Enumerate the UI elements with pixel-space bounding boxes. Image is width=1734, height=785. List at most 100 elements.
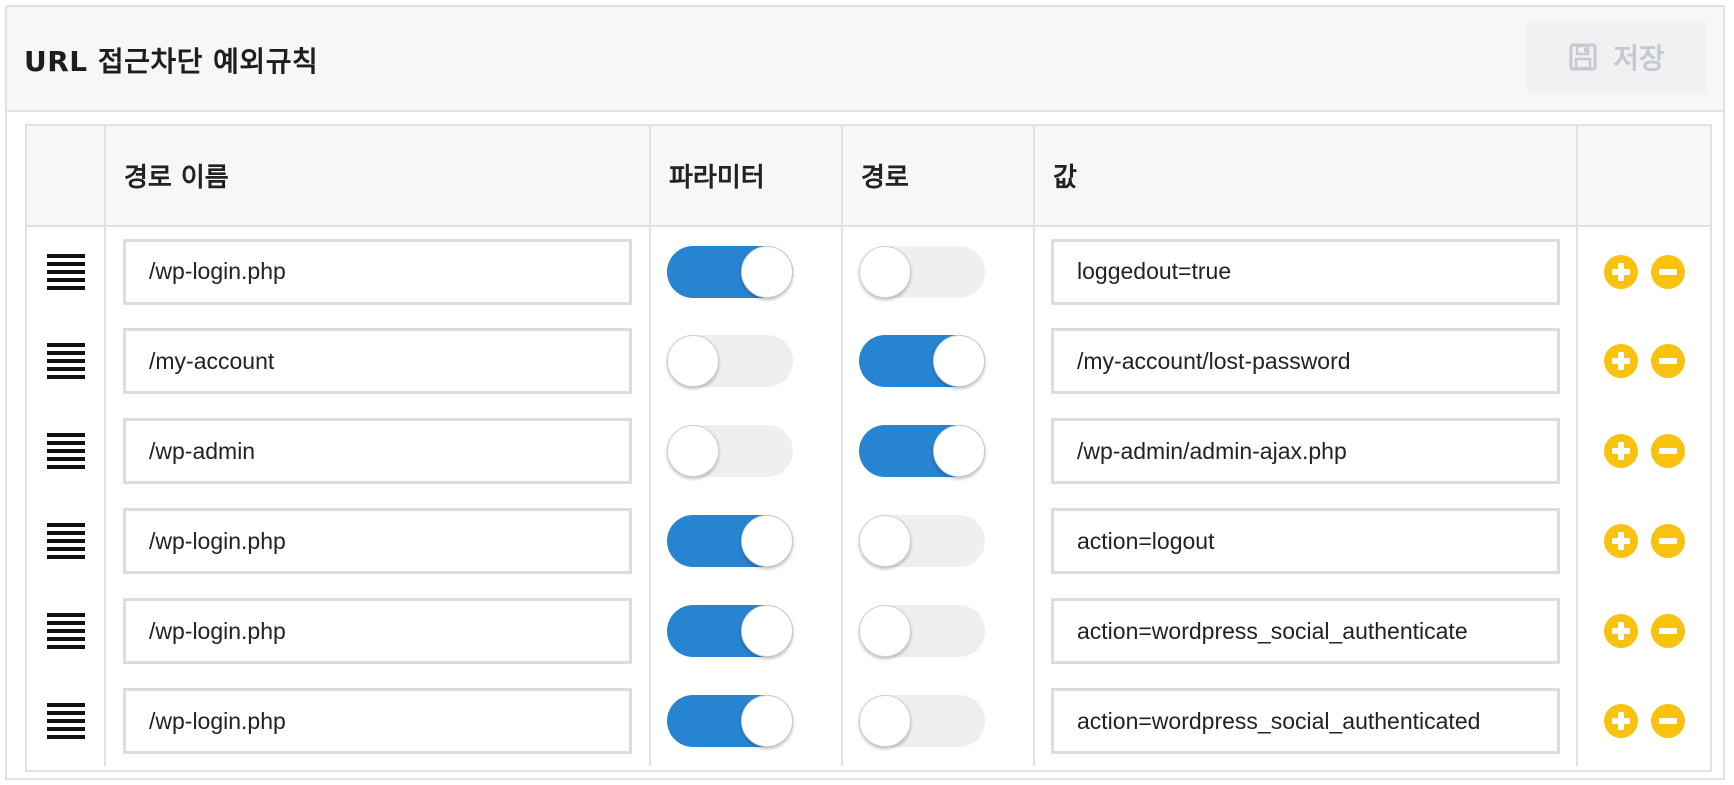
value-input[interactable] xyxy=(1051,598,1560,664)
value-cell xyxy=(1034,226,1578,316)
value-input[interactable] xyxy=(1051,508,1560,574)
row-actions xyxy=(1578,434,1710,468)
drag-handle-icon[interactable] xyxy=(46,433,85,469)
panel-title: URL 접근차단 예외규칙 xyxy=(24,45,319,78)
row-actions xyxy=(1578,254,1710,289)
minus-circle-icon[interactable] xyxy=(1651,614,1685,648)
actions-cell xyxy=(1577,406,1710,496)
path-cell xyxy=(842,496,1035,586)
handle-cell xyxy=(27,586,106,676)
header-path: 경로 xyxy=(842,126,1035,227)
path-name-cell xyxy=(105,406,651,496)
drag-handle-icon[interactable] xyxy=(46,703,85,739)
table-header-row: 경로 이름 파라미터 경로 값 xyxy=(27,126,1710,227)
path-cell xyxy=(842,676,1035,766)
table-row xyxy=(27,406,1710,496)
actions-cell xyxy=(1577,496,1710,586)
table-row xyxy=(27,316,1710,406)
panel-header: URL 접근차단 예외규칙 저장 xyxy=(7,7,1723,112)
value-input[interactable] xyxy=(1051,328,1560,394)
minus-circle-icon[interactable] xyxy=(1651,524,1685,558)
parameter-toggle[interactable] xyxy=(667,425,793,477)
path-name-cell xyxy=(105,316,651,406)
handle-cell xyxy=(27,406,106,496)
parameter-cell xyxy=(650,406,843,496)
toggle-knob xyxy=(741,515,793,567)
toggle-knob xyxy=(741,605,793,657)
toggle-knob xyxy=(859,245,911,298)
save-button[interactable]: 저장 xyxy=(1527,21,1707,93)
value-cell xyxy=(1034,406,1578,496)
parameter-cell xyxy=(650,676,843,766)
parameter-toggle[interactable] xyxy=(667,335,793,387)
value-input[interactable] xyxy=(1051,418,1560,484)
handle-cell xyxy=(27,316,106,406)
minus-circle-icon[interactable] xyxy=(1651,704,1685,738)
drag-handle-icon[interactable] xyxy=(46,523,85,559)
header-value: 값 xyxy=(1034,126,1578,227)
parameter-cell xyxy=(650,316,843,406)
toggle-knob xyxy=(933,335,985,387)
path-name-cell xyxy=(105,496,651,586)
parameter-cell xyxy=(650,586,843,676)
plus-circle-icon[interactable] xyxy=(1604,524,1638,558)
plus-circle-icon[interactable] xyxy=(1604,434,1638,468)
actions-cell xyxy=(1577,586,1710,676)
handle-cell xyxy=(27,226,106,316)
toggle-knob xyxy=(859,515,911,567)
row-actions xyxy=(1578,614,1710,648)
rules-table: 경로 이름 파라미터 경로 값 xyxy=(25,124,1712,772)
parameter-toggle[interactable] xyxy=(667,515,793,567)
drag-handle-icon[interactable] xyxy=(46,253,85,290)
value-cell xyxy=(1034,496,1578,586)
path-name-input[interactable] xyxy=(123,238,632,305)
value-cell xyxy=(1034,586,1578,676)
toggle-knob xyxy=(667,425,719,477)
minus-circle-icon[interactable] xyxy=(1651,434,1685,468)
value-input[interactable] xyxy=(1051,238,1560,305)
header-handle xyxy=(27,126,106,227)
table-row xyxy=(27,496,1710,586)
plus-circle-icon[interactable] xyxy=(1604,614,1638,648)
path-toggle[interactable] xyxy=(859,335,985,387)
path-toggle[interactable] xyxy=(859,515,985,567)
row-actions xyxy=(1578,344,1710,378)
minus-circle-icon[interactable] xyxy=(1651,254,1685,289)
path-cell xyxy=(842,586,1035,676)
value-cell xyxy=(1034,316,1578,406)
path-toggle[interactable] xyxy=(859,425,985,477)
path-name-input[interactable] xyxy=(123,598,632,664)
path-toggle[interactable] xyxy=(859,245,985,298)
toggle-knob xyxy=(859,695,911,747)
path-name-cell xyxy=(105,586,651,676)
parameter-toggle[interactable] xyxy=(667,605,793,657)
toggle-knob xyxy=(933,425,985,477)
header-parameter: 파라미터 xyxy=(650,126,843,227)
plus-circle-icon[interactable] xyxy=(1604,344,1638,378)
path-cell xyxy=(842,316,1035,406)
actions-cell xyxy=(1577,676,1710,766)
table-row xyxy=(27,586,1710,676)
toggle-knob xyxy=(741,695,793,747)
drag-handle-icon[interactable] xyxy=(46,613,85,649)
parameter-toggle[interactable] xyxy=(667,245,793,298)
actions-cell xyxy=(1577,316,1710,406)
path-name-input[interactable] xyxy=(123,418,632,484)
path-toggle[interactable] xyxy=(859,605,985,657)
path-name-input[interactable] xyxy=(123,508,632,574)
path-cell xyxy=(842,226,1035,316)
parameter-toggle[interactable] xyxy=(667,695,793,747)
value-input[interactable] xyxy=(1051,688,1560,754)
path-name-input[interactable] xyxy=(123,328,632,394)
drag-handle-icon[interactable] xyxy=(46,343,85,379)
plus-circle-icon[interactable] xyxy=(1604,704,1638,738)
row-actions xyxy=(1578,704,1710,738)
value-cell xyxy=(1034,676,1578,766)
path-toggle[interactable] xyxy=(859,695,985,747)
path-name-input[interactable] xyxy=(123,688,632,754)
save-button-label: 저장 xyxy=(1613,42,1665,75)
path-cell xyxy=(842,406,1035,496)
plus-circle-icon[interactable] xyxy=(1604,254,1638,289)
minus-circle-icon[interactable] xyxy=(1651,344,1685,378)
toggle-knob xyxy=(859,605,911,657)
